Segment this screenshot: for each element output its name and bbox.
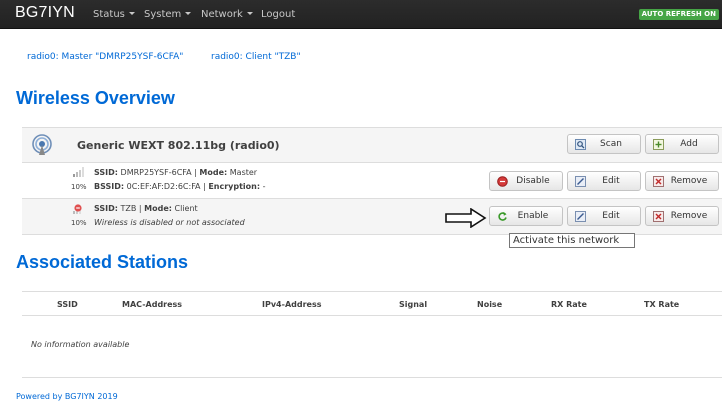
col-ssid: SSID: [57, 300, 78, 309]
col-noise: Noise: [477, 300, 503, 309]
network-status-line: Wireless is disabled or not associated: [94, 218, 245, 227]
wifi-device-icon: [32, 134, 52, 155]
auto-refresh-badge[interactable]: AUTO REFRESH ON: [638, 9, 719, 20]
disable-icon: [497, 176, 508, 187]
col-ipv4-address: IPv4-Address: [262, 300, 322, 309]
ssid-key: SSID:: [94, 204, 118, 213]
mode-key: Mode:: [199, 168, 228, 177]
scan-label: Scan: [600, 139, 622, 149]
ssid-value: TZB |: [117, 204, 145, 213]
nav-network[interactable]: Network: [201, 9, 253, 20]
refresh-icon: [498, 212, 507, 221]
remove-button[interactable]: Remove: [645, 171, 719, 191]
edit-button[interactable]: Edit: [567, 206, 641, 226]
remove-label: Remove: [670, 176, 708, 186]
nav-status[interactable]: Status: [93, 9, 135, 20]
scan-button[interactable]: Scan: [567, 134, 641, 154]
footer-link[interactable]: Powered by BG7IYN 2019: [16, 392, 118, 401]
bssid-value: 0C:EF:AF:D2:6C:FA |: [124, 182, 209, 191]
stations-table-body: No information available: [22, 316, 722, 378]
tab-radio0-master[interactable]: radio0: Master "DMRP25YSF-6CFA": [27, 52, 183, 62]
caret-down-icon: [246, 12, 253, 15]
empty-message: No information available: [31, 340, 130, 349]
bssid-key: BSSID:: [94, 182, 125, 191]
col-tx-rate: TX Rate: [644, 300, 680, 309]
remove-icon: [653, 176, 664, 187]
caret-down-icon: [185, 12, 192, 15]
nav-status-label: Status: [93, 9, 125, 20]
add-label: Add: [680, 139, 698, 149]
edit-icon: [575, 176, 586, 187]
stations-table-header: SSID MAC-Address IPv4-Address Signal Noi…: [22, 291, 722, 316]
caret-down-icon: [128, 12, 135, 15]
signal-percent: 10%: [71, 219, 87, 227]
mode-value: Client: [171, 204, 198, 213]
mode-value: Master: [227, 168, 258, 177]
edit-label: Edit: [602, 211, 620, 221]
add-icon: [653, 139, 664, 150]
network-ssid-line: SSID: TZB | Mode: Client: [94, 204, 198, 213]
col-mac-address: MAC-Address: [122, 300, 183, 309]
edit-button[interactable]: Edit: [567, 171, 641, 191]
nav-system[interactable]: System: [144, 9, 192, 20]
top-navbar: BG7IYN Status System Network Logout AUTO…: [0, 0, 722, 29]
search-icon: [575, 139, 586, 150]
network-bssid-line: BSSID: 0C:EF:AF:D2:6C:FA | Encryption: -: [94, 182, 266, 191]
disable-button[interactable]: Disable: [489, 171, 563, 191]
remove-button[interactable]: Remove: [645, 206, 719, 226]
wireless-overview-heading: Wireless Overview: [16, 88, 175, 108]
signal-disabled-icon: [73, 204, 82, 214]
device-row: Generic WEXT 802.11bg (radio0) Scan Add: [22, 127, 722, 163]
signal-bars-icon: [73, 167, 84, 177]
remove-label: Remove: [670, 211, 708, 221]
mode-key: Mode:: [144, 204, 172, 213]
brand-logo[interactable]: BG7IYN: [15, 4, 75, 22]
device-name: Generic WEXT 802.11bg (radio0): [77, 139, 280, 152]
edit-label: Edit: [602, 176, 620, 186]
tab-radio0-client[interactable]: radio0: Client "TZB": [211, 52, 301, 62]
nav-network-label: Network: [201, 9, 243, 20]
edit-icon: [575, 211, 586, 222]
disable-label: Disable: [516, 176, 550, 186]
network-row: 10% SSID: TZB | Mode: Client Wireless is…: [22, 199, 722, 235]
col-signal: Signal: [399, 300, 428, 309]
encryption-value: -: [260, 182, 266, 191]
tooltip: Activate this network: [509, 233, 635, 248]
arrow-right-icon: [445, 208, 487, 228]
nav-logout[interactable]: Logout: [261, 9, 295, 20]
network-row: 10% SSID: DMRP25YSF-6CFA | Mode: Master …: [22, 163, 722, 199]
signal-percent: 10%: [71, 183, 87, 191]
ssid-value: DMRP25YSF-6CFA |: [117, 168, 200, 177]
associated-stations-heading: Associated Stations: [16, 252, 189, 272]
network-ssid-line: SSID: DMRP25YSF-6CFA | Mode: Master: [94, 168, 257, 177]
add-button[interactable]: Add: [645, 134, 719, 154]
remove-icon: [653, 211, 664, 222]
nav-system-label: System: [144, 9, 182, 20]
enable-button[interactable]: Enable: [489, 206, 563, 226]
enable-label: Enable: [517, 211, 549, 221]
encryption-key: Encryption:: [208, 182, 261, 191]
col-rx-rate: RX Rate: [551, 300, 587, 309]
ssid-key: SSID:: [94, 168, 118, 177]
